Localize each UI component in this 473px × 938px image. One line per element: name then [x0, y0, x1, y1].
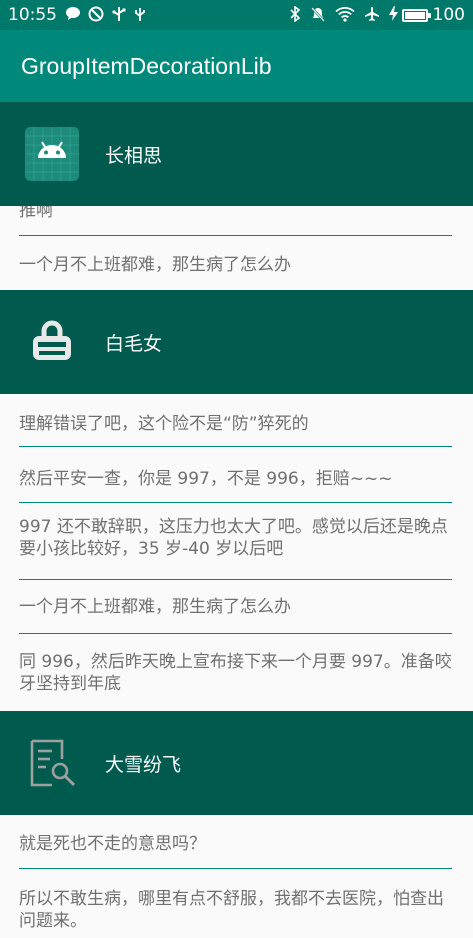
do-not-disturb-icon	[88, 6, 104, 25]
group-header-daxuefenfei[interactable]: 大雪纷飞	[0, 711, 473, 815]
divider	[19, 502, 452, 503]
document-search-icon	[30, 739, 76, 787]
battery-fill	[404, 11, 425, 19]
chat-icon	[65, 6, 81, 24]
group-title: 大雪纷飞	[105, 753, 182, 776]
charging-icon	[388, 6, 398, 24]
airplane-icon	[364, 6, 380, 25]
group-avatar	[25, 127, 79, 181]
list-item[interactable]: 一个月不上班都难，那生病了怎么办	[19, 254, 452, 276]
divider	[19, 633, 452, 634]
grouped-list[interactable]: 白毛女 理解错误了吧，这个险不是“防”猝死的 然后平安一查，你是 997，不是 …	[0, 102, 473, 938]
usb-icon	[111, 6, 127, 25]
list-item[interactable]: 然后平安一查，你是 997，不是 996，拒赔~~~	[19, 468, 452, 490]
group-title: 白毛女	[105, 332, 163, 355]
list-item[interactable]: 同 996，然后昨天晚上宣布接下来一个月要 997。准备咬牙坚持到年底	[19, 651, 452, 695]
battery-percent: 100	[432, 5, 465, 25]
list-item[interactable]: 就是死也不走的意思吗？	[19, 833, 452, 855]
status-bar: 10:55 100	[0, 0, 473, 30]
wifi-icon	[334, 6, 355, 25]
basket-icon	[33, 320, 71, 360]
group-avatar	[25, 315, 79, 369]
battery-icon	[401, 8, 431, 22]
status-time: 10:55	[8, 5, 57, 25]
group-header-baimaonv[interactable]: 白毛女	[0, 290, 473, 394]
divider	[19, 446, 452, 447]
group-header-changxiangsi[interactable]: 长相思	[0, 102, 473, 206]
group-title: 长相思	[105, 144, 163, 167]
status-right-icons: 100	[289, 4, 465, 25]
usb-debug-icon	[134, 6, 146, 25]
group-avatar	[25, 736, 79, 790]
list-item[interactable]: 一个月不上班都难，那生病了怎么办	[19, 596, 452, 618]
divider	[19, 579, 452, 580]
bluetooth-icon	[289, 4, 301, 25]
divider	[19, 235, 452, 236]
list-item[interactable]: 理解错误了吧，这个险不是“防”猝死的	[19, 413, 452, 435]
list-item[interactable]: 所以不敢生病，哪里有点不舒服，我都不去医院，怕查出问题来。	[19, 888, 452, 932]
app-title: GroupItemDecorationLib	[21, 52, 272, 79]
list-item[interactable]: 997 还不敢辞职，这压力也太大了吧。感觉以后还是晚点要小孩比较好，35 岁-4…	[19, 516, 452, 560]
app-bar: GroupItemDecorationLib	[0, 30, 473, 102]
divider	[19, 868, 452, 869]
android-icon	[25, 127, 79, 181]
notifications-off-icon	[310, 6, 326, 25]
